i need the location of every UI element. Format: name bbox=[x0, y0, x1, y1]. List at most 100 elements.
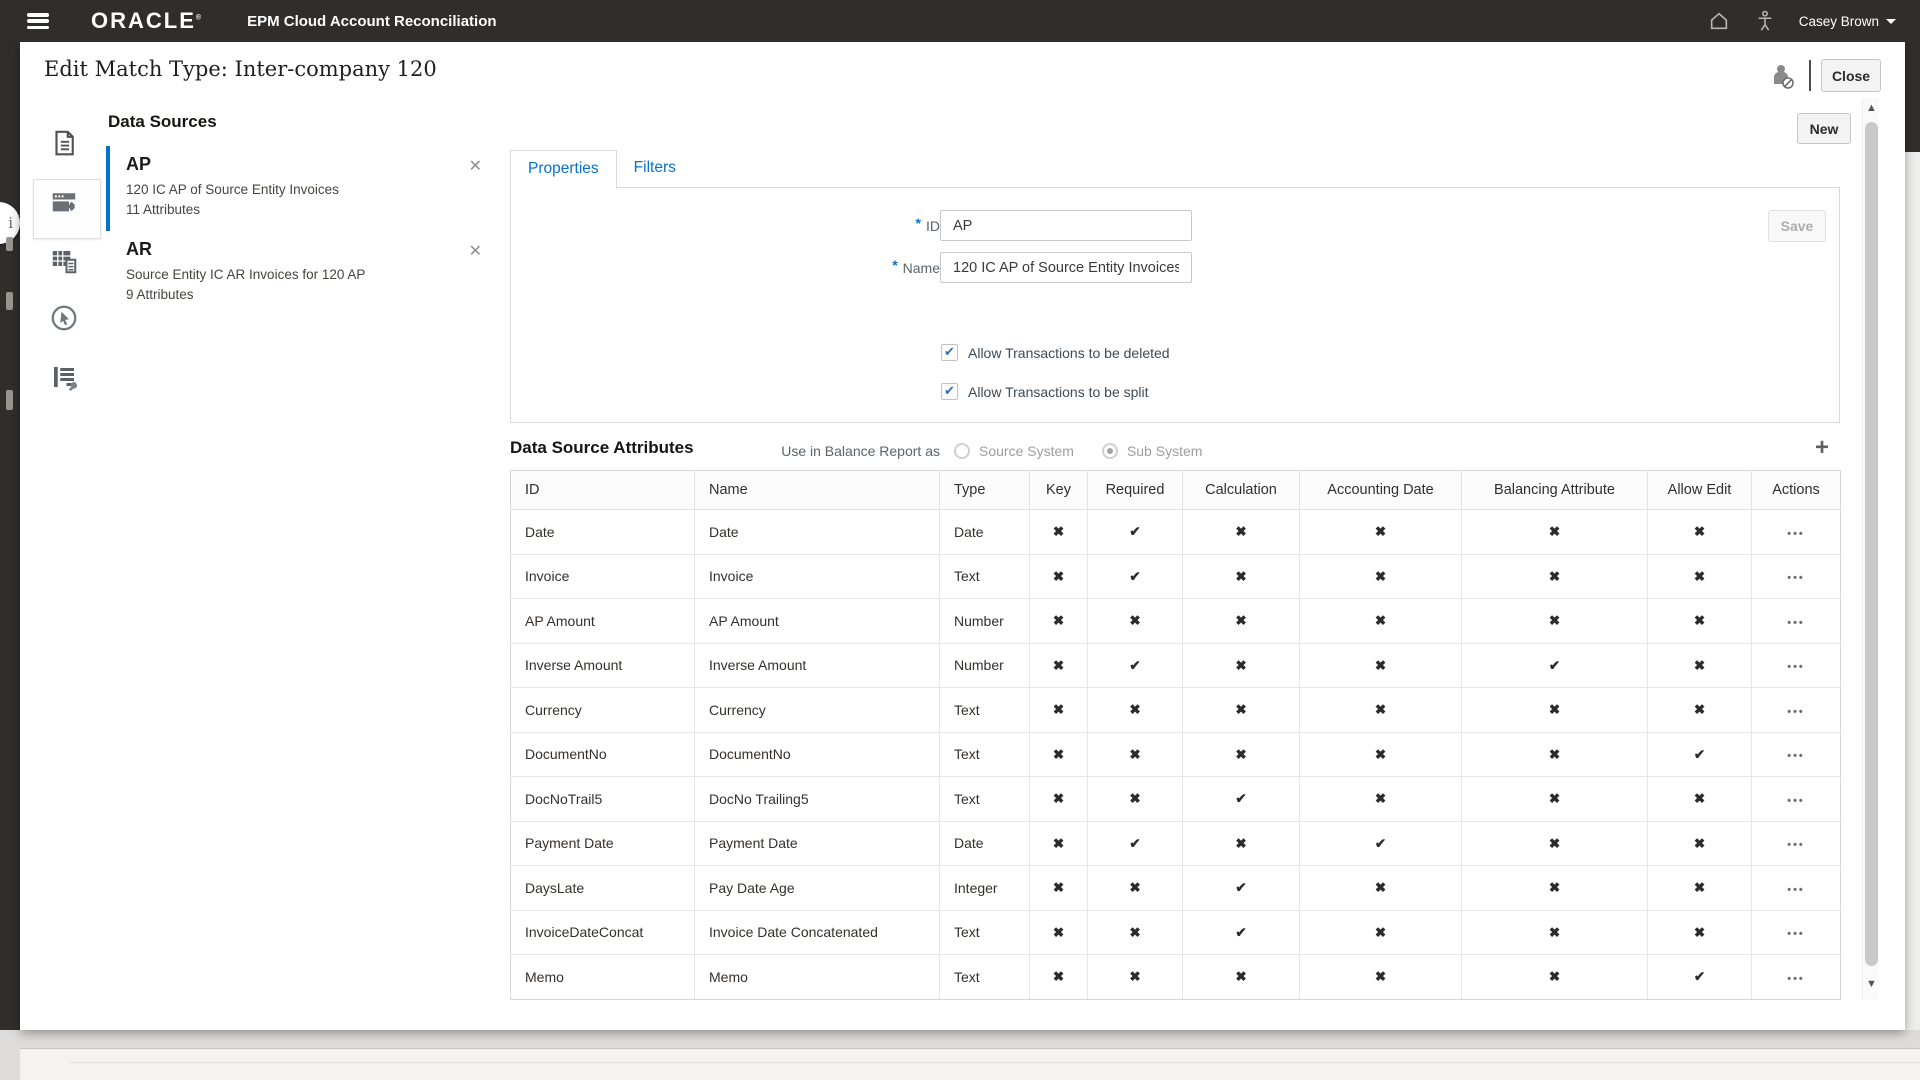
data-source-item-ap[interactable]: AP120 IC AP of Source Entity Invoices11 … bbox=[106, 146, 506, 231]
home-icon[interactable] bbox=[1707, 9, 1731, 33]
row-actions-button[interactable]: ••• bbox=[1787, 839, 1805, 851]
cross-icon: ✖ bbox=[1235, 613, 1246, 628]
cell-actions: ••• bbox=[1752, 866, 1841, 911]
scrollbar-thumb[interactable] bbox=[1865, 122, 1878, 966]
column-header-name: Name bbox=[695, 471, 940, 510]
attribute-name: Pay Date Age bbox=[695, 866, 940, 911]
attribute-id: DaysLate bbox=[511, 866, 695, 911]
new-data-source-button[interactable]: New bbox=[1797, 113, 1851, 144]
scroll-down-icon[interactable]: ▼ bbox=[1863, 978, 1880, 990]
row-actions-button[interactable]: ••• bbox=[1787, 795, 1805, 807]
cross-icon: ✖ bbox=[1549, 969, 1560, 984]
user-menu[interactable]: Casey Brown bbox=[1799, 14, 1896, 29]
attribute-name: Payment Date bbox=[695, 821, 940, 866]
cell-required: ✖ bbox=[1088, 777, 1183, 822]
column-header-id: ID bbox=[511, 471, 695, 510]
user-assistance-icon[interactable] bbox=[1770, 62, 1796, 92]
cross-icon: ✖ bbox=[1375, 613, 1386, 628]
cell-required: ✖ bbox=[1088, 732, 1183, 777]
cell-key: ✖ bbox=[1030, 955, 1088, 1000]
attribute-name: Date bbox=[695, 510, 940, 555]
id-input[interactable] bbox=[940, 210, 1192, 241]
required-asterisk: * bbox=[916, 215, 921, 231]
name-field-label: *Name bbox=[725, 260, 940, 276]
row-actions-button[interactable]: ••• bbox=[1787, 750, 1805, 762]
attribute-type: Text bbox=[940, 955, 1030, 1000]
close-icon[interactable]: ✕ bbox=[469, 156, 482, 176]
cross-icon: ✖ bbox=[1053, 569, 1064, 584]
cell-actions: ••• bbox=[1752, 554, 1841, 599]
row-actions-button[interactable]: ••• bbox=[1787, 884, 1805, 896]
column-header-calculation: Calculation bbox=[1183, 471, 1300, 510]
data-source-item-ar[interactable]: ARSource Entity IC AR Invoices for 120 A… bbox=[106, 231, 506, 316]
name-input[interactable] bbox=[940, 252, 1192, 283]
row-actions-button[interactable]: ••• bbox=[1787, 661, 1805, 673]
background-fragment bbox=[6, 237, 13, 251]
attribute-id: DocNoTrail5 bbox=[511, 777, 695, 822]
cell-calculation: ✖ bbox=[1183, 510, 1300, 555]
attribute-id: Inverse Amount bbox=[511, 643, 695, 688]
cell-allow-edit: ✖ bbox=[1648, 643, 1752, 688]
cross-icon: ✖ bbox=[1375, 747, 1386, 762]
checkbox[interactable]: ✔ bbox=[941, 383, 958, 400]
row-actions-button[interactable]: ••• bbox=[1787, 572, 1805, 584]
cell-required: ✖ bbox=[1088, 599, 1183, 644]
check-icon: ✔ bbox=[944, 384, 955, 397]
cross-icon: ✖ bbox=[1053, 969, 1064, 984]
hamburger-menu-icon[interactable] bbox=[27, 13, 49, 29]
check-icon: ✔ bbox=[944, 345, 955, 358]
vertical-scrollbar[interactable]: ▲ ▼ bbox=[1862, 98, 1879, 1000]
tab-filters[interactable]: Filters bbox=[617, 150, 693, 189]
row-actions-button[interactable]: ••• bbox=[1787, 928, 1805, 940]
data-sources-icon[interactable] bbox=[49, 187, 79, 217]
row-actions-button[interactable]: ••• bbox=[1787, 528, 1805, 540]
cell-accounting-date: ✖ bbox=[1300, 910, 1462, 955]
attribute-id: InvoiceDateConcat bbox=[511, 910, 695, 955]
manual-match-icon[interactable] bbox=[49, 303, 79, 333]
table-row: AP AmountAP AmountNumber✖✖✖✖✖✖••• bbox=[511, 599, 1841, 644]
radio-sub-system[interactable] bbox=[1102, 443, 1118, 459]
add-attribute-icon[interactable]: + bbox=[1815, 434, 1829, 462]
cell-actions: ••• bbox=[1752, 777, 1841, 822]
attribute-name: DocumentNo bbox=[695, 732, 940, 777]
save-button[interactable]: Save bbox=[1768, 210, 1826, 242]
check-icon: ✔ bbox=[1129, 569, 1140, 584]
table-row: DocumentNoDocumentNoText✖✖✖✖✖✔••• bbox=[511, 732, 1841, 777]
row-actions-button[interactable]: ••• bbox=[1787, 706, 1805, 718]
chevron-down-icon bbox=[1886, 19, 1896, 24]
data-source-attribute-count: 11 Attributes bbox=[126, 202, 506, 217]
column-header-type: Type bbox=[940, 471, 1030, 510]
adjustment-types-icon[interactable] bbox=[49, 362, 79, 392]
cell-calculation: ✖ bbox=[1183, 955, 1300, 1000]
table-row: InvoiceDateConcatInvoice Date Concatenat… bbox=[511, 910, 1841, 955]
cross-icon: ✖ bbox=[1053, 702, 1064, 717]
radio-source-system[interactable] bbox=[954, 443, 970, 459]
accessibility-icon[interactable] bbox=[1753, 9, 1777, 33]
cell-actions: ••• bbox=[1752, 643, 1841, 688]
tab-properties[interactable]: Properties bbox=[510, 150, 617, 189]
cross-icon: ✖ bbox=[1053, 524, 1064, 539]
checkbox[interactable]: ✔ bbox=[941, 344, 958, 361]
cell-balancing-attribute: ✖ bbox=[1462, 910, 1648, 955]
row-actions-button[interactable]: ••• bbox=[1787, 617, 1805, 629]
data-source-name: Source Entity IC AR Invoices for 120 AP bbox=[126, 267, 506, 282]
cross-icon: ✖ bbox=[1549, 791, 1560, 806]
cell-accounting-date: ✔ bbox=[1300, 821, 1462, 866]
scroll-up-icon[interactable]: ▲ bbox=[1863, 102, 1880, 114]
attribute-name: AP Amount bbox=[695, 599, 940, 644]
close-icon[interactable]: ✕ bbox=[469, 241, 482, 261]
cross-icon: ✖ bbox=[1053, 791, 1064, 806]
cell-required: ✖ bbox=[1088, 866, 1183, 911]
match-type-properties-icon[interactable] bbox=[49, 128, 79, 158]
row-actions-button[interactable]: ••• bbox=[1787, 973, 1805, 985]
cross-icon: ✖ bbox=[1694, 613, 1705, 628]
cross-icon: ✖ bbox=[1129, 747, 1140, 762]
close-button[interactable]: Close bbox=[1821, 59, 1881, 92]
auto-match-rules-icon[interactable] bbox=[49, 246, 79, 276]
cell-balancing-attribute: ✖ bbox=[1462, 554, 1648, 599]
cell-calculation: ✖ bbox=[1183, 599, 1300, 644]
cross-icon: ✖ bbox=[1053, 880, 1064, 895]
cross-icon: ✖ bbox=[1694, 880, 1705, 895]
attribute-type: Text bbox=[940, 732, 1030, 777]
cell-required: ✖ bbox=[1088, 688, 1183, 733]
